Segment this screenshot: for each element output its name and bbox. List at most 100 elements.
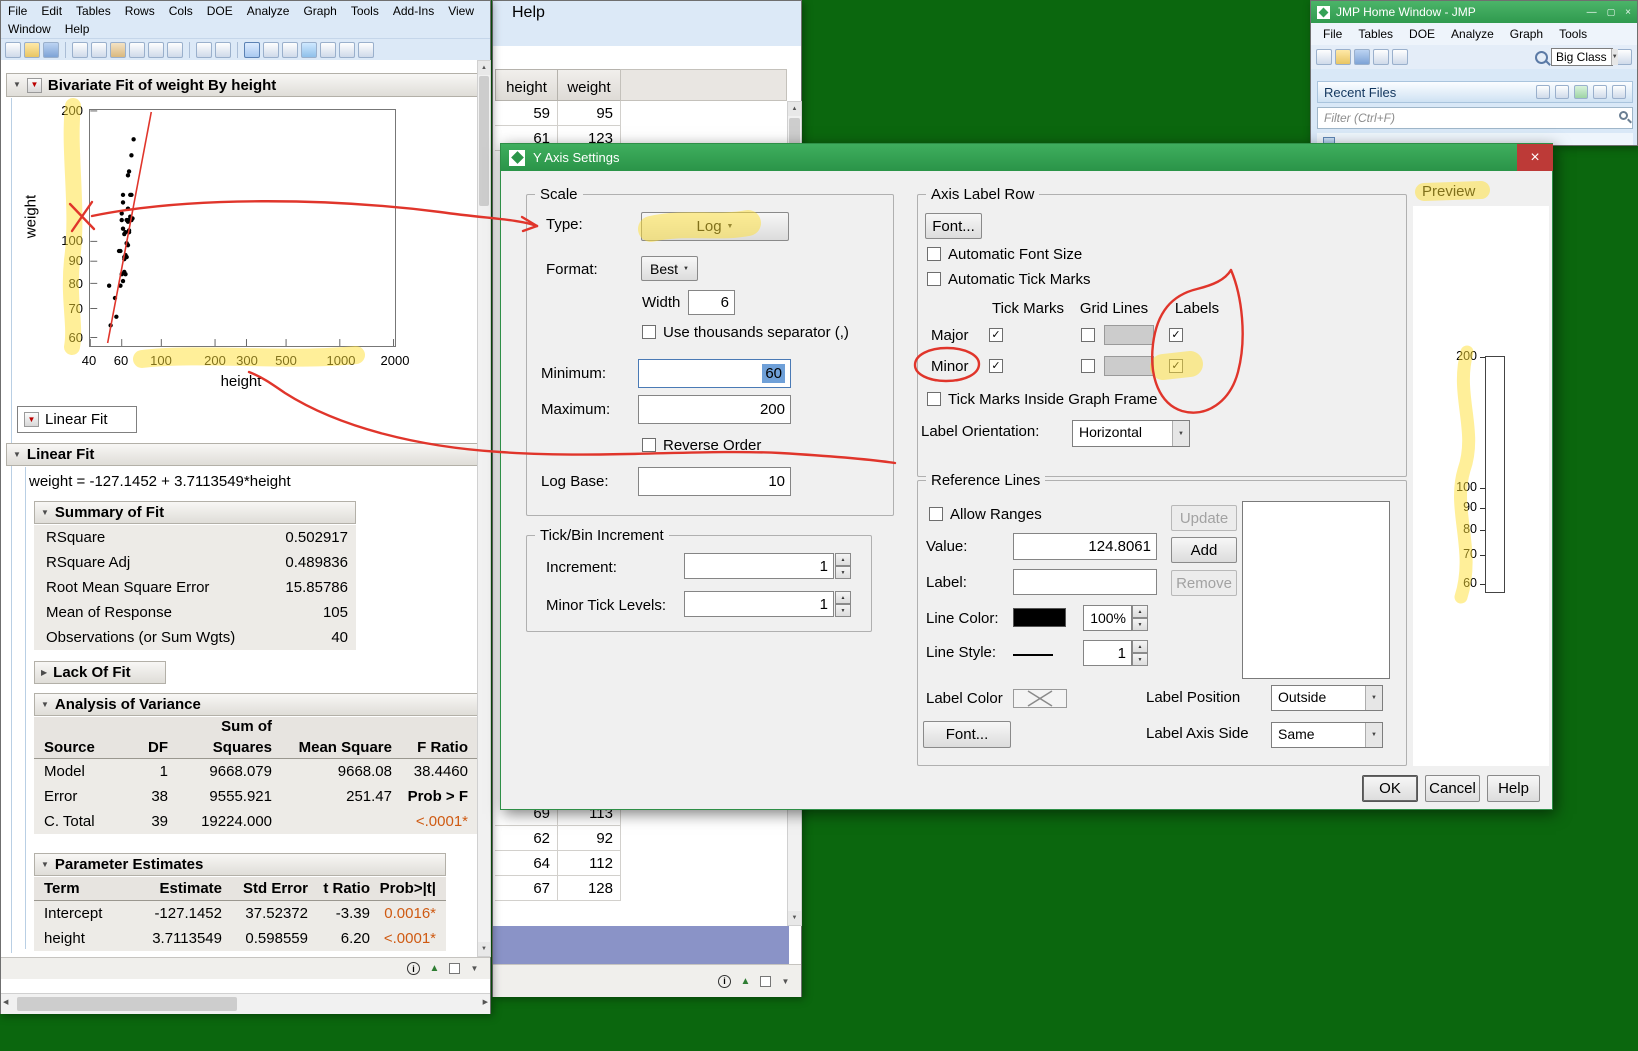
sort-icon[interactable] bbox=[1555, 85, 1569, 99]
log-base-input[interactable]: 10 bbox=[638, 467, 791, 496]
disclosure-icon[interactable]: ▼ bbox=[41, 861, 49, 869]
minor-tick-levels-input[interactable]: 1 bbox=[684, 591, 834, 617]
column-header-weight[interactable]: weight bbox=[557, 69, 621, 101]
minimum-input[interactable]: 60 bbox=[638, 359, 791, 388]
automatic-tick-marks-checkbox[interactable] bbox=[927, 272, 941, 286]
selection-box-icon[interactable] bbox=[449, 963, 460, 974]
automatic-font-size-checkbox[interactable] bbox=[927, 247, 941, 261]
scroll-up-arrow[interactable]: ▲ bbox=[478, 61, 490, 75]
increment-stepper[interactable]: ▲▼ bbox=[835, 553, 851, 579]
paste-icon[interactable] bbox=[110, 42, 126, 58]
major-labels-checkbox[interactable]: ✓ bbox=[1169, 328, 1183, 342]
home-menu-tools[interactable]: Tools bbox=[1551, 25, 1595, 43]
open-icon[interactable] bbox=[24, 42, 40, 58]
width-input[interactable]: 6 bbox=[688, 290, 735, 315]
y-tick-label[interactable]: 70 bbox=[51, 301, 83, 316]
allow-ranges-checkbox[interactable] bbox=[929, 507, 943, 521]
add-button[interactable]: Add bbox=[1171, 537, 1237, 563]
scroll-left-arrow[interactable]: ◀ bbox=[3, 998, 8, 1006]
cancel-button[interactable]: Cancel bbox=[1425, 775, 1480, 802]
line-width-stepper[interactable]: ▲▼ bbox=[1132, 640, 1148, 666]
minor-tick-marks-checkbox[interactable]: ✓ bbox=[989, 359, 1003, 373]
disclosure-icon[interactable]: ▼ bbox=[41, 701, 49, 709]
x-tick-label[interactable]: 2000 bbox=[373, 353, 417, 368]
menu-edit[interactable]: Edit bbox=[34, 2, 69, 20]
menu-help[interactable]: Help bbox=[505, 2, 552, 24]
label-orientation-select[interactable]: Horizontal ▼ bbox=[1072, 420, 1190, 447]
disclosure-icon[interactable]: ▶ bbox=[41, 669, 47, 677]
caret-down-icon[interactable]: ▼ bbox=[467, 961, 482, 976]
thousands-separator-checkbox[interactable] bbox=[642, 325, 656, 339]
minor-grid-color-well[interactable] bbox=[1104, 356, 1154, 376]
journal-icon[interactable] bbox=[1373, 49, 1389, 65]
x-axis-title[interactable]: height bbox=[196, 373, 286, 390]
update-button[interactable]: Update bbox=[1171, 505, 1237, 531]
menu-analyze[interactable]: Analyze bbox=[240, 2, 297, 20]
label-position-select[interactable]: Outside ▼ bbox=[1271, 685, 1383, 711]
disclosure-icon[interactable]: ▼ bbox=[13, 81, 21, 89]
label-color-swatch[interactable] bbox=[1013, 689, 1067, 708]
scroll-thumb[interactable] bbox=[17, 997, 237, 1011]
info-icon[interactable]: i bbox=[407, 962, 420, 975]
linear-fit-header[interactable]: ▼ Linear Fit bbox=[6, 443, 478, 466]
menu-graph[interactable]: Graph bbox=[296, 2, 343, 20]
line-alpha-input[interactable]: 100% bbox=[1083, 605, 1132, 631]
y-tick-label[interactable]: 60 bbox=[51, 330, 83, 345]
table-row[interactable]: 64112 bbox=[495, 851, 621, 876]
major-grid-color-well[interactable] bbox=[1104, 325, 1154, 345]
menu-rows[interactable]: Rows bbox=[118, 2, 162, 20]
search-icon[interactable] bbox=[1535, 51, 1548, 64]
arrow-tool-icon[interactable] bbox=[244, 42, 260, 58]
menu-tools[interactable]: Tools bbox=[344, 2, 386, 20]
close-icon[interactable]: × bbox=[1625, 7, 1631, 18]
x-tick-label[interactable]: 300 bbox=[225, 353, 269, 368]
scroll-down-arrow[interactable]: ▼ bbox=[788, 911, 801, 925]
minimize-icon[interactable]: — bbox=[1587, 7, 1597, 18]
format-button[interactable]: Best ▼ bbox=[641, 256, 698, 281]
home-menu-tables[interactable]: Tables bbox=[1350, 25, 1401, 43]
home-title-bar[interactable]: JMP Home Window - JMP — ▢ × bbox=[1311, 1, 1637, 23]
filter-funnel-icon[interactable] bbox=[1574, 85, 1588, 99]
horizontal-scrollbar[interactable]: ◀ ▶ bbox=[1, 993, 490, 1014]
minor-grid-lines-checkbox[interactable] bbox=[1081, 359, 1095, 373]
move-tool-icon[interactable] bbox=[263, 42, 279, 58]
scroll-up-arrow[interactable]: ▲ bbox=[788, 102, 801, 116]
y-tick-label[interactable]: 200 bbox=[51, 103, 83, 118]
lock-icon[interactable] bbox=[148, 42, 164, 58]
selected-rows-band[interactable] bbox=[493, 926, 789, 964]
open-icon[interactable] bbox=[1335, 49, 1351, 65]
label-axis-side-select[interactable]: Same ▼ bbox=[1271, 722, 1383, 748]
axis-font-button[interactable]: Font... bbox=[925, 213, 982, 239]
paint-icon[interactable] bbox=[196, 42, 212, 58]
scroll-right-arrow[interactable]: ▶ bbox=[483, 998, 488, 1006]
save-icon[interactable] bbox=[1354, 49, 1370, 65]
up-arrow-icon[interactable]: ▲ bbox=[427, 961, 442, 976]
selection-box-icon[interactable] bbox=[760, 976, 771, 987]
menu-tables[interactable]: Tables bbox=[69, 2, 118, 20]
summary-of-fit-header[interactable]: ▼ Summary of Fit bbox=[34, 501, 356, 524]
menu-view[interactable]: View bbox=[441, 2, 481, 20]
dialog-close-button[interactable]: × bbox=[1517, 144, 1553, 171]
menu-file[interactable]: File bbox=[1, 2, 34, 20]
x-tick-label[interactable]: 60 bbox=[99, 353, 143, 368]
line-style-sample[interactable] bbox=[1013, 654, 1053, 656]
data-table-selector[interactable]: Big Class ▼ bbox=[1551, 48, 1613, 66]
window-list-icon[interactable] bbox=[1616, 49, 1632, 65]
maximize-icon[interactable]: ▢ bbox=[1607, 7, 1616, 18]
list-view-icon[interactable] bbox=[1593, 85, 1607, 99]
y-tick-label[interactable]: 80 bbox=[51, 276, 83, 291]
table-row[interactable]: 6292 bbox=[495, 826, 621, 851]
minor-labels-checkbox[interactable]: ✓ bbox=[1169, 359, 1183, 373]
menu-cols[interactable]: Cols bbox=[162, 2, 200, 20]
line-color-swatch[interactable] bbox=[1013, 608, 1066, 627]
ok-button[interactable]: OK bbox=[1362, 775, 1418, 802]
increment-input[interactable]: 1 bbox=[684, 553, 834, 579]
parameter-estimates-header[interactable]: ▼ Parameter Estimates bbox=[34, 853, 446, 876]
new-window-icon[interactable] bbox=[1536, 85, 1550, 99]
major-grid-lines-checkbox[interactable] bbox=[1081, 328, 1095, 342]
remove-button[interactable]: Remove bbox=[1171, 570, 1237, 596]
reverse-order-checkbox[interactable] bbox=[642, 438, 656, 452]
copy-icon[interactable] bbox=[91, 42, 107, 58]
disclosure-icon[interactable]: ▼ bbox=[13, 451, 21, 459]
ref-label-input[interactable] bbox=[1013, 569, 1157, 595]
